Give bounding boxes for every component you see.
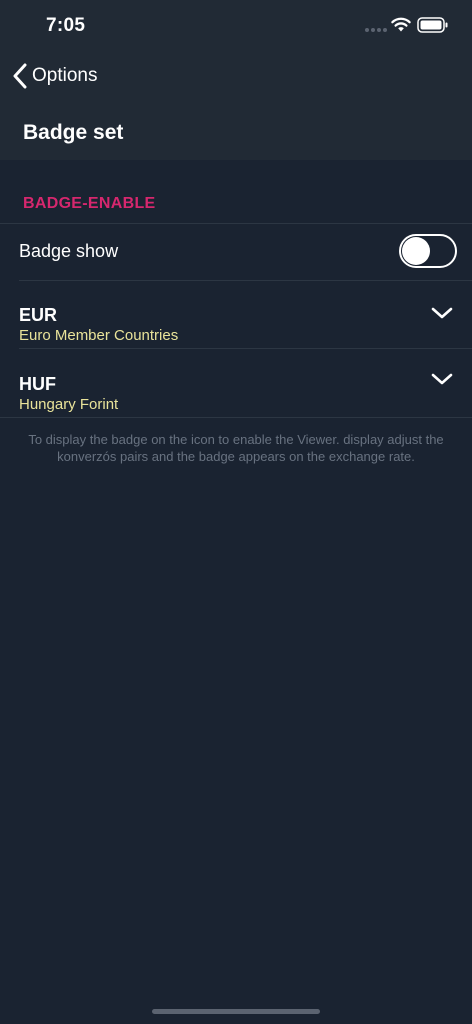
chevron-left-icon <box>13 63 27 89</box>
footer-note: To display the badge on the icon to enab… <box>28 432 444 464</box>
page-title: Badge set <box>23 121 124 144</box>
toggle-knob <box>402 237 430 265</box>
section-divider <box>0 223 472 224</box>
home-indicator[interactable] <box>152 1009 320 1014</box>
currency-name: Euro Member Countries <box>19 327 179 344</box>
currency-name: Hungary Forint <box>19 396 119 413</box>
badge-show-label: Badge show <box>19 241 119 261</box>
chevron-down-icon[interactable] <box>430 305 454 321</box>
battery-icon <box>417 17 448 33</box>
row-divider <box>19 280 472 281</box>
back-label: Options <box>32 65 98 86</box>
status-time: 7:05 <box>46 15 86 36</box>
currency-code: EUR <box>19 305 58 325</box>
currency-code: HUF <box>19 374 56 394</box>
row-divider <box>0 417 472 418</box>
navigation-header: 7:05 Options Badge set <box>0 0 472 160</box>
cellular-signal-icon <box>365 28 387 32</box>
chevron-down-icon[interactable] <box>430 371 454 387</box>
row-divider <box>19 348 472 349</box>
back-button[interactable]: Options <box>12 60 97 92</box>
section-header: BADGE-ENABLE <box>23 195 156 212</box>
wifi-icon <box>391 17 411 32</box>
badge-show-toggle[interactable] <box>399 234 457 268</box>
